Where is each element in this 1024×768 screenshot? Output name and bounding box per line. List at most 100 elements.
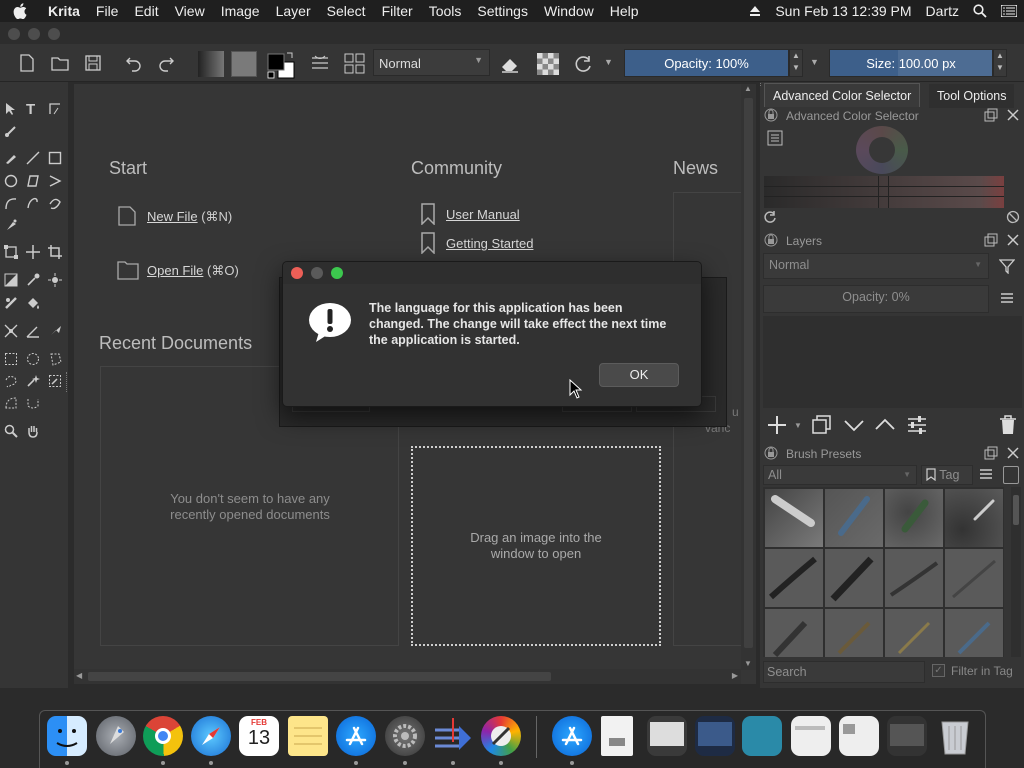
eraser-icon[interactable] <box>499 53 519 73</box>
document-icon[interactable] <box>601 716 633 756</box>
ellipse-tool-icon[interactable] <box>4 174 20 190</box>
notification-center-icon[interactable] <box>994 5 1024 17</box>
undo-icon[interactable] <box>124 53 144 73</box>
brush-preset-item[interactable] <box>765 549 823 607</box>
pattern-swatch-icon[interactable] <box>231 51 257 77</box>
close-docker-icon[interactable] <box>1006 108 1020 122</box>
toolbox-splitter[interactable] <box>66 372 69 392</box>
chevron-down-icon[interactable]: ▼ <box>604 57 613 67</box>
assistant-tool-icon[interactable] <box>4 324 20 340</box>
gradient-swatch-icon[interactable] <box>198 51 224 77</box>
color-picker-tool-icon[interactable] <box>26 273 42 289</box>
brush-presets-grid-icon[interactable] <box>344 53 365 74</box>
horizontal-scrollbar[interactable]: ◀ ▶ <box>74 669 741 684</box>
filter-in-tag-checkbox[interactable]: ✓ <box>932 664 945 677</box>
clear-icon[interactable] <box>1006 210 1020 224</box>
brush-settings-icon[interactable] <box>310 53 330 73</box>
tag-button[interactable]: Tag <box>921 465 973 485</box>
opacity-spinner[interactable]: ▲ ▼ <box>789 49 803 77</box>
vertical-scroll-thumb[interactable] <box>744 98 753 648</box>
close-docker-icon[interactable] <box>1006 446 1020 460</box>
move-layer-up-icon[interactable] <box>874 414 896 436</box>
dialog-close-button[interactable] <box>291 267 303 279</box>
brush-tag-filter-select[interactable]: All ▼ <box>763 465 917 485</box>
pan-tool-icon[interactable] <box>26 424 42 440</box>
multibrush-tool-icon[interactable] <box>4 218 20 234</box>
safari-icon[interactable] <box>191 716 231 756</box>
reload-preset-icon[interactable] <box>572 53 592 73</box>
lock-icon[interactable] <box>764 108 778 122</box>
measure-tool-icon[interactable] <box>26 324 42 340</box>
line-tool-icon[interactable] <box>26 151 42 167</box>
brush-size-spinner[interactable]: ▲ ▼ <box>993 49 1007 77</box>
redo-icon[interactable] <box>156 53 176 73</box>
open-file-link[interactable]: Open File (⌘O) <box>147 263 239 279</box>
polygonal-selection-tool-icon[interactable] <box>48 352 64 368</box>
layer-opacity-slider[interactable]: Opacity: 0% <box>763 285 989 313</box>
bezier-tool-icon[interactable] <box>4 196 20 212</box>
transform-tool-icon[interactable] <box>4 245 20 261</box>
system-preferences-icon[interactable] <box>385 716 425 756</box>
menu-view[interactable]: View <box>167 3 213 19</box>
foreground-background-color-icon[interactable] <box>266 50 296 80</box>
chrome-icon[interactable] <box>143 716 183 756</box>
float-docker-icon[interactable] <box>984 108 998 122</box>
brush-preset-item[interactable] <box>945 549 1003 607</box>
gradient-tool-icon[interactable] <box>4 273 20 289</box>
window-close-button[interactable] <box>8 28 20 40</box>
brush-preset-item[interactable] <box>825 489 883 547</box>
add-layer-icon[interactable] <box>766 414 788 436</box>
brush-preset-item[interactable] <box>945 489 1003 547</box>
elliptical-selection-tool-icon[interactable] <box>26 352 42 368</box>
polyline-tool-icon[interactable] <box>48 174 64 190</box>
menu-help[interactable]: Help <box>602 3 647 19</box>
brush-search-input[interactable]: Search <box>763 661 925 683</box>
vertical-scrollbar[interactable]: ▲ ▼ <box>741 84 756 670</box>
menu-app-name[interactable]: Krita <box>40 3 88 19</box>
brush-presets-scroll-thumb[interactable] <box>1013 495 1019 525</box>
rectangular-selection-tool-icon[interactable] <box>4 352 20 368</box>
colorize-mask-tool-icon[interactable] <box>4 296 20 312</box>
menu-file[interactable]: File <box>88 3 127 19</box>
layers-list[interactable] <box>763 316 1022 408</box>
blend-mode-select[interactable]: Normal ▼ <box>373 49 490 76</box>
zoom-tool-icon[interactable] <box>4 424 20 440</box>
calligraphy-tool-icon[interactable] <box>4 124 20 140</box>
refresh-icon[interactable] <box>763 210 777 224</box>
open-folder-icon[interactable] <box>50 53 70 73</box>
menubar-clock[interactable]: Sun Feb 13 12:39 PM <box>768 3 918 19</box>
menu-tools[interactable]: Tools <box>421 3 470 19</box>
delete-layer-icon[interactable] <box>998 414 1018 436</box>
app-store-download-icon[interactable] <box>552 716 592 756</box>
brush-preset-item[interactable] <box>945 609 1003 657</box>
crop-tool-icon[interactable] <box>48 245 64 261</box>
apple-menu-icon[interactable] <box>0 3 40 19</box>
menubar-user[interactable]: Dartz <box>919 3 966 19</box>
window-thumbnail-icon[interactable] <box>695 716 735 756</box>
freehand-brush-tool-icon[interactable] <box>4 151 20 167</box>
freehand-selection-tool-icon[interactable] <box>4 374 20 390</box>
brush-preset-item[interactable] <box>825 549 883 607</box>
move-layer-down-icon[interactable] <box>843 414 865 436</box>
fill-tool-icon[interactable] <box>26 296 42 312</box>
reference-images-tool-icon[interactable] <box>48 324 64 340</box>
tab-advanced-color-selector[interactable]: Advanced Color Selector <box>764 83 921 107</box>
bezier-selection-tool-icon[interactable] <box>4 396 20 412</box>
magnetic-selection-tool-icon[interactable] <box>26 396 42 412</box>
color-settings-icon[interactable] <box>767 130 783 146</box>
smart-patch-tool-icon[interactable] <box>48 273 64 289</box>
filter-icon[interactable] <box>999 258 1015 274</box>
brush-preset-item[interactable] <box>765 489 823 547</box>
window-thumbnail-icon[interactable] <box>839 716 879 756</box>
color-wheel[interactable] <box>856 126 908 174</box>
brush-presets-scrollbar[interactable] <box>1011 487 1021 657</box>
duplicate-layer-icon[interactable] <box>811 414 833 436</box>
contiguous-selection-tool-icon[interactable] <box>26 374 42 390</box>
window-thumbnail-icon[interactable] <box>647 716 687 756</box>
float-docker-icon[interactable] <box>984 233 998 247</box>
brush-preset-item[interactable] <box>765 609 823 657</box>
save-icon[interactable] <box>83 53 103 73</box>
layer-properties-icon[interactable] <box>906 414 928 436</box>
brush-view-toggle-icon[interactable] <box>1003 466 1019 484</box>
dialog-zoom-button[interactable] <box>331 267 343 279</box>
